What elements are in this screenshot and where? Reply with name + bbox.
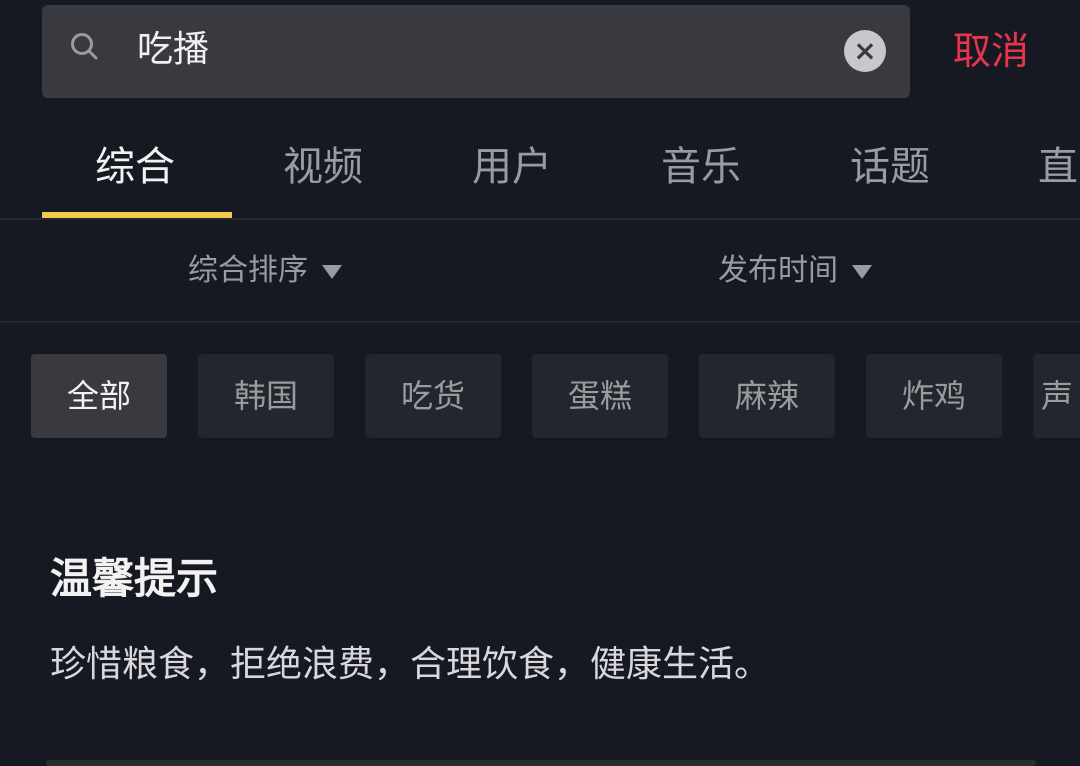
chip-cake[interactable]: 蛋糕 [532,354,668,438]
search-icon [71,33,98,60]
chip-korea[interactable]: 韩国 [198,354,334,438]
divider [0,218,1080,220]
sort-dropdown[interactable]: 综合排序 [188,250,342,292]
tab-music[interactable]: 音乐 [661,142,741,192]
chip-spicy[interactable]: 麻辣 [699,354,835,438]
sort-label: 综合排序 [188,253,308,288]
tab-topics[interactable]: 话题 [850,142,930,192]
search-input[interactable]: 吃播 [137,28,209,72]
chip-foodie[interactable]: 吃货 [365,354,501,438]
publish-time-label: 发布时间 [718,253,838,288]
chip-all[interactable]: 全部 [31,354,167,438]
notice-title: 温馨提示 [50,554,219,603]
divider [46,760,1036,766]
tab-live[interactable]: 直 [1038,142,1078,192]
chip-fried-chicken[interactable]: 炸鸡 [866,354,1002,438]
cancel-button[interactable]: 取消 [953,28,1029,74]
publish-time-dropdown[interactable]: 发布时间 [718,250,872,292]
caret-down-icon [852,264,872,279]
tab-video[interactable]: 视频 [283,142,363,192]
chip-partial[interactable]: 声 [1033,354,1080,438]
divider [0,321,1080,323]
notice-body: 珍惜粮食，拒绝浪费，合理饮食，健康生活。 [50,644,771,685]
tab-users[interactable]: 用户 [472,142,552,192]
caret-down-icon [322,264,342,279]
clear-icon[interactable]: × [844,30,886,72]
tab-general[interactable]: 综合 [95,142,175,192]
